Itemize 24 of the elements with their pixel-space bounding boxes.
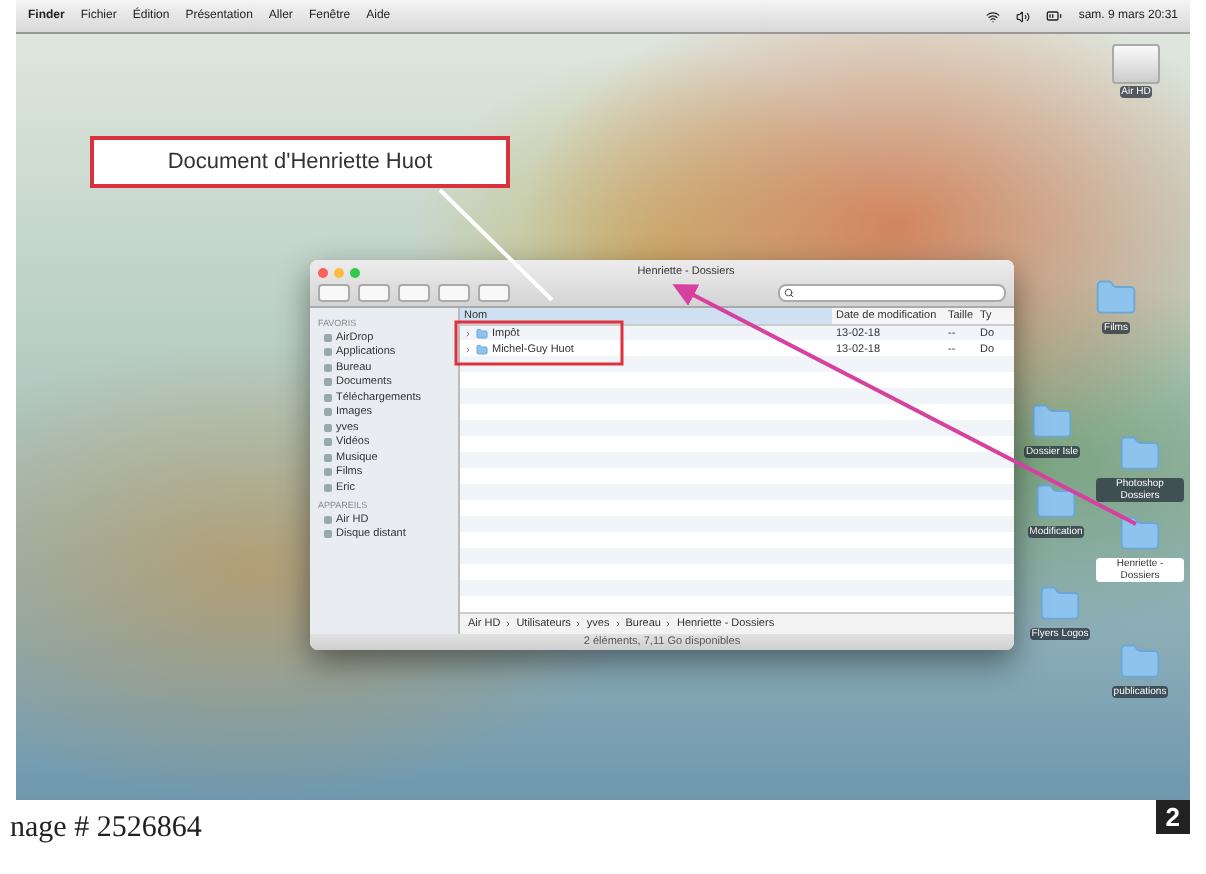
search-icon xyxy=(784,288,794,298)
folder-icon[interactable] xyxy=(1118,640,1162,684)
battery-icon[interactable] xyxy=(1046,8,1063,24)
folder-icon[interactable] xyxy=(1034,480,1078,524)
folder-icon[interactable] xyxy=(1118,432,1162,476)
callout-label: Document d'Henriette Huot xyxy=(90,136,510,188)
view-button[interactable] xyxy=(398,284,430,302)
search-field[interactable] xyxy=(778,284,1006,302)
minimize-button[interactable] xyxy=(334,267,344,277)
view-button[interactable] xyxy=(358,284,390,302)
folder-icon xyxy=(476,344,488,356)
drive-icon[interactable] xyxy=(1112,44,1160,84)
wifi-icon[interactable] xyxy=(986,9,1001,23)
volume-icon[interactable] xyxy=(1016,9,1031,23)
folder-icon[interactable] xyxy=(1030,400,1074,444)
figure-number: 2 xyxy=(1155,800,1190,834)
close-button[interactable] xyxy=(318,267,328,277)
image-caption: nage # 2526864 xyxy=(10,812,202,846)
folder-icon[interactable] xyxy=(1118,512,1162,556)
zoom-button[interactable] xyxy=(350,267,360,277)
folder-icon xyxy=(476,328,488,340)
leader-line xyxy=(438,188,554,302)
folder-icon[interactable] xyxy=(1094,276,1138,320)
folder-icon[interactable] xyxy=(1038,582,1082,626)
